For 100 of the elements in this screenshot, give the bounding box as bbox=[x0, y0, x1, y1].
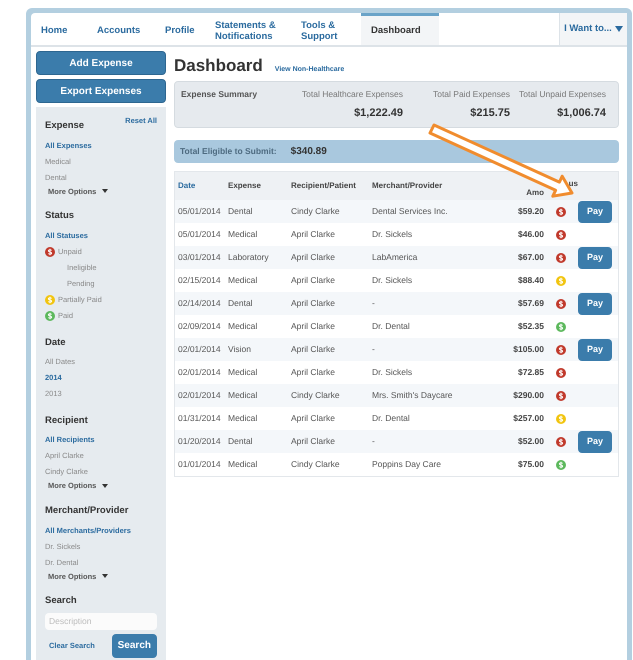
table-cell-text: April Clarke bbox=[291, 366, 336, 380]
table-cell-text: Medical bbox=[228, 458, 258, 472]
table-cell-text: $72.85 bbox=[517, 366, 544, 380]
pay-button[interactable]: Pay bbox=[578, 200, 612, 223]
table-cell-text: $88.40 bbox=[517, 274, 544, 288]
table-cell-text: Dental Services Inc. bbox=[372, 205, 449, 218]
column-header: Amo bbox=[525, 187, 544, 200]
table-cell-text: Medical bbox=[228, 412, 258, 426]
table-cell-text: Medical bbox=[228, 366, 258, 380]
table-cell-text: Laboratory bbox=[228, 251, 270, 264]
table-cell-text: 05/01/2014 bbox=[178, 228, 222, 242]
table-cell-text: Dental bbox=[228, 297, 254, 310]
filter-heading: Date bbox=[45, 336, 66, 350]
table-cell-text: Poppins Day Care bbox=[372, 458, 442, 472]
table-cell-text: April Clarke bbox=[291, 412, 336, 426]
summary-label: Expense Summary bbox=[181, 88, 258, 101]
table-cell-text: April Clarke bbox=[291, 274, 336, 288]
table-cell-text: Medical bbox=[228, 228, 258, 242]
table-cell-text: Dental bbox=[228, 435, 254, 448]
sidebar-button[interactable]: Export Expenses bbox=[36, 79, 166, 103]
table-cell-text: $52.00 bbox=[517, 435, 544, 448]
table-cell-text: - bbox=[372, 343, 376, 356]
table-cell-text: Cindy Clarke bbox=[291, 205, 341, 218]
table-cell-text: April Clarke bbox=[291, 297, 336, 310]
table-cell-text: 02/09/2014 bbox=[178, 320, 222, 334]
table-cell-text: Mrs. Smith's Daycare bbox=[372, 389, 454, 402]
table-cell-text: Dr. Dental bbox=[372, 412, 411, 426]
total-label: Total Unpaid Expenses bbox=[519, 88, 606, 101]
search-field[interactable]: Description bbox=[45, 612, 157, 630]
pay-button[interactable]: Pay bbox=[578, 246, 612, 269]
table-cell-text: 01/31/2014 bbox=[178, 412, 222, 426]
total-value: $1,006.74 bbox=[557, 106, 606, 121]
page-title: Dashboard bbox=[174, 55, 263, 77]
nav-tab[interactable]: Statements & Notifications bbox=[205, 13, 291, 45]
table-cell-text: - bbox=[372, 297, 376, 310]
nav-tab[interactable]: Tools & Support bbox=[291, 13, 361, 45]
table-cell-text: April Clarke bbox=[291, 320, 336, 334]
table-cell-text: April Clarke bbox=[291, 343, 336, 356]
filter-heading: Search bbox=[45, 594, 78, 608]
filter-heading: Status bbox=[45, 209, 74, 224]
table-cell-text: 05/01/2014 bbox=[178, 205, 222, 218]
table-cell-text: 01/01/2014 bbox=[178, 458, 222, 472]
caret-icon bbox=[614, 26, 623, 32]
table-cell-text: Cindy Clarke bbox=[291, 458, 341, 472]
nav-tab[interactable]: Profile bbox=[155, 13, 205, 45]
table-cell-text: Medical bbox=[228, 389, 258, 402]
total-label: Total Paid Expenses bbox=[432, 88, 510, 101]
table-cell-text: $52.35 bbox=[517, 320, 544, 334]
column-header: Recipient/Patient bbox=[291, 180, 357, 192]
table-cell-text: Dr. Sickels bbox=[372, 274, 414, 288]
sidebar-button[interactable]: Add Expense bbox=[36, 51, 166, 75]
table-cell-text: April Clarke bbox=[291, 251, 336, 264]
table-cell-text: $46.00 bbox=[517, 228, 544, 242]
table-cell-text: 02/01/2014 bbox=[178, 343, 222, 356]
table-cell-text: 01/20/2014 bbox=[178, 435, 222, 448]
table-cell-text: - bbox=[372, 435, 376, 448]
total-value: $215.75 bbox=[470, 106, 510, 121]
table-cell-text: 03/01/2014 bbox=[178, 251, 222, 264]
filter-heading: Merchant/Provider bbox=[45, 504, 128, 518]
table-cell-text: Cindy Clarke bbox=[291, 389, 341, 402]
pay-button[interactable]: Pay bbox=[578, 338, 612, 361]
table-cell-text: April Clarke bbox=[291, 228, 336, 242]
caret-icon bbox=[102, 189, 108, 194]
nav-tab[interactable]: Home bbox=[31, 13, 87, 45]
column-header: Merchant/Provider bbox=[372, 180, 444, 192]
pay-button[interactable]: Pay bbox=[578, 292, 612, 315]
column-header: Expense bbox=[228, 180, 262, 192]
eligible-value: $340.89 bbox=[290, 145, 327, 160]
table-cell-text: 02/01/2014 bbox=[178, 389, 222, 402]
eligible-label: Total Eligible to Submit: bbox=[180, 145, 277, 158]
table-cell-text: Dental bbox=[228, 205, 254, 218]
nav-tab[interactable]: Accounts bbox=[87, 13, 155, 45]
total-label: Total Healthcare Expenses bbox=[302, 88, 403, 101]
table-cell-text: $290.00 bbox=[512, 389, 544, 402]
table-cell-text: $105.00 bbox=[512, 343, 544, 356]
table-cell-text: Medical bbox=[228, 274, 258, 288]
table-cell-text: LabAmerica bbox=[372, 251, 418, 264]
table-cell-text: $257.00 bbox=[512, 412, 544, 426]
table-cell-text: Medical bbox=[228, 320, 258, 334]
column-header: us bbox=[568, 178, 578, 190]
column-header-link[interactable]: Date bbox=[178, 180, 228, 192]
table-cell-text: $75.00 bbox=[517, 458, 544, 472]
pay-button[interactable]: Pay bbox=[578, 430, 612, 453]
table-cell-text: Dr. Sickels bbox=[372, 228, 414, 242]
table-cell-text: $59.20 bbox=[517, 205, 544, 218]
table-cell-text: $67.00 bbox=[517, 251, 544, 264]
caret-icon bbox=[102, 574, 108, 578]
nav-tab[interactable]: Dashboard bbox=[361, 13, 439, 45]
search-button[interactable]: Search bbox=[112, 634, 157, 658]
caret-icon bbox=[102, 484, 108, 488]
table-cell-text: Dr. Sickels bbox=[372, 366, 414, 380]
table-cell-text: 02/15/2014 bbox=[178, 274, 222, 288]
table-cell-text: Dr. Dental bbox=[372, 320, 411, 334]
menu-dropdown[interactable]: I Want to... bbox=[559, 13, 627, 45]
table-cell-text: 02/14/2014 bbox=[178, 297, 222, 310]
filter-heading: Recipient bbox=[45, 414, 88, 428]
table-cell-text: April Clarke bbox=[291, 435, 336, 448]
table-cell-text: 02/01/2014 bbox=[178, 366, 222, 380]
filter-heading: Expense bbox=[45, 119, 84, 133]
total-value: $1,222.49 bbox=[354, 106, 403, 121]
